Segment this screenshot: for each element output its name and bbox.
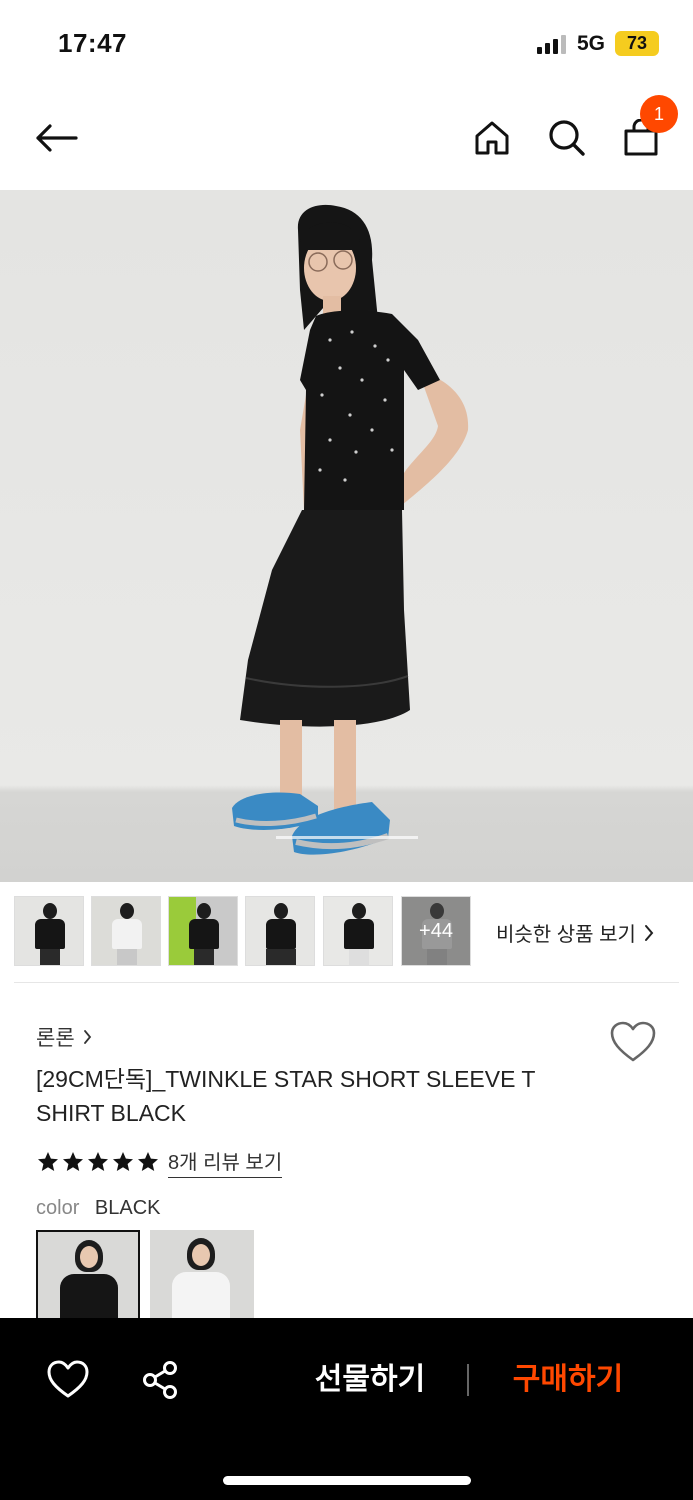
thumbnail-4[interactable] [245,896,315,966]
button-separator [467,1364,469,1396]
arrow-left-icon [36,124,78,152]
top-nav [0,90,693,186]
thumbnail-1[interactable] [14,896,84,966]
product-title: [29CM단독]_TWINKLE STAR SHORT SLEEVE T SHI… [36,1066,536,1126]
home-icon [475,121,509,155]
model-photo [232,204,469,855]
cart-count-badge: 1 [640,95,678,133]
product-main-image[interactable] [0,190,693,882]
star-icon [138,1152,158,1171]
rating-stars [36,1150,160,1174]
thumbnail-6[interactable]: +44 [401,896,471,966]
star-icon [88,1152,108,1171]
search-icon [549,120,585,156]
bottom-action-bar: 선물하기 구매하기 [0,1318,693,1500]
thumbnail-3[interactable] [168,896,238,966]
network-label: 5G [577,32,606,55]
star-icon [38,1152,58,1171]
similar-products-link[interactable]: 비슷한 상품 보기 [496,918,654,947]
more-images-count: +44 [402,897,470,965]
status-time: 17:47 [58,28,127,58]
star-icon [113,1152,133,1171]
review-link[interactable]: 8개 리뷰 보기 [168,1146,283,1178]
brand-name: 론론 [36,1027,75,1050]
search-button[interactable] [537,90,597,186]
chevron-right-icon [644,924,654,941]
home-button[interactable] [462,90,522,186]
color-value: BLACK [94,1197,161,1219]
battery-indicator: 73 [615,31,659,56]
gift-button[interactable]: 선물하기 [290,1356,450,1404]
share-icon[interactable] [138,1358,182,1402]
rating-row: 8개 리뷰 보기 [36,1146,283,1178]
chevron-right-icon [83,1030,91,1044]
color-row: color BLACK [36,1197,161,1220]
signal-icon [537,34,567,54]
slide-indicator [276,836,418,839]
heart-icon[interactable] [609,1020,657,1064]
back-button[interactable] [26,90,86,186]
brand-link[interactable]: 론론 [36,1022,92,1052]
color-option-black[interactable] [36,1230,140,1330]
status-bar: 17:47 5G 73 [0,0,693,88]
similar-products-label: 비슷한 상품 보기 [496,924,636,946]
section-divider [14,982,679,983]
buy-button[interactable]: 구매하기 [488,1356,648,1404]
color-label: color [36,1197,80,1219]
thumbnail-2[interactable] [91,896,161,966]
color-option-white[interactable] [150,1230,254,1330]
star-icon [63,1152,83,1171]
home-indicator [223,1476,471,1485]
thumbnail-5[interactable] [323,896,393,966]
heart-icon[interactable] [46,1358,90,1402]
